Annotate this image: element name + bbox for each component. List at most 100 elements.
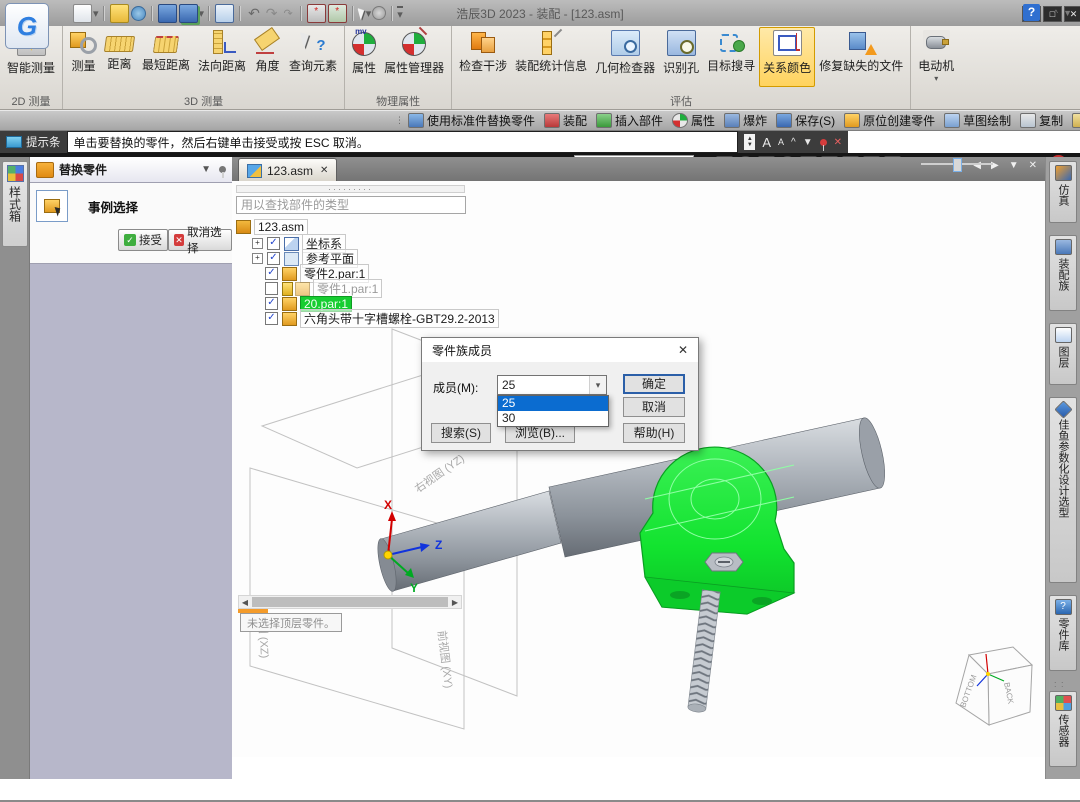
ribbon-pin-icon[interactable]: ▼ (1063, 8, 1072, 18)
checkbox-checked[interactable]: ✓ (265, 312, 278, 325)
properties-toolbar-button[interactable]: 属性 (672, 112, 715, 129)
repair-missing-files-button[interactable]: 修复缺失的文件 (815, 27, 907, 87)
pin-prompt-icon[interactable] (820, 139, 827, 146)
new-document-icon[interactable] (73, 4, 92, 23)
checkbox-checked[interactable]: ✓ (265, 297, 278, 310)
panel-options-icon[interactable]: ▼ (201, 164, 211, 175)
scroll-left-icon[interactable]: ◀ (239, 598, 251, 607)
tree-root-row[interactable]: 123.asm (236, 219, 308, 234)
properties-button[interactable]: mv 属性 (348, 27, 380, 87)
explode-button[interactable]: 爆炸 (724, 112, 767, 129)
horizontal-scrollbar[interactable]: ◀ ▶ (238, 595, 462, 609)
tree-item-label[interactable]: 六角头带十字槽螺栓-GBT29.2-2013 (300, 309, 499, 328)
drag-component-button[interactable]: 拖动部件 (1072, 112, 1080, 129)
prompt-spinner[interactable]: ▲▼ (744, 134, 755, 150)
parts-library-tab[interactable]: ? 零件库 (1049, 595, 1077, 671)
tree-root-label[interactable]: 123.asm (254, 219, 308, 235)
expand-icon[interactable]: + (252, 253, 263, 264)
sensors-tab[interactable]: 传感器 (1049, 691, 1077, 767)
create-in-place-button[interactable]: 原位创建零件 (844, 112, 935, 129)
target-seek-button[interactable]: 目标搜寻 (703, 27, 759, 87)
hex-nut-part[interactable] (705, 553, 743, 571)
checkbox-checked[interactable]: ✓ (267, 252, 280, 265)
save-as-icon[interactable] (179, 4, 198, 23)
redo-icon[interactable]: ↷ (266, 5, 278, 22)
close-prompt-icon[interactable]: ✕ (834, 137, 842, 148)
document-tab[interactable]: 123.asm ✕ (238, 158, 337, 182)
geometry-inspector-button[interactable]: 几何检查器 (591, 27, 659, 87)
recognize-holes-button[interactable]: 识别孔 (659, 27, 703, 87)
motor-dropdown-icon[interactable]: ▾ (934, 74, 938, 83)
expand-icon[interactable]: + (252, 238, 263, 249)
dropdown-option-30[interactable]: 30 (498, 411, 608, 426)
zoom-slider-thumb[interactable] (953, 158, 962, 172)
checkbox-checked[interactable]: ✓ (265, 267, 278, 280)
tree-row-part1[interactable]: 零件1.par:1 (265, 281, 382, 296)
document-list-dropdown-icon[interactable]: ▼ (1009, 160, 1019, 171)
distance-button[interactable]: 距离 (101, 27, 138, 87)
sketch-button[interactable]: 草图绘制 (944, 112, 1011, 129)
open-icon[interactable] (110, 4, 129, 23)
assemble-button[interactable]: 装配 (544, 112, 587, 129)
replace-with-standard-part-button[interactable]: 使用标准件替换零件 (408, 112, 535, 129)
new-dropdown-icon[interactable]: ▾ (93, 7, 99, 20)
3d-viewport[interactable]: 右视图 (YZ) 前视图 (XY) 俯视图 (XZ) (232, 181, 1045, 757)
maximize-button[interactable]: □ (1043, 6, 1062, 22)
alternate-assemblies-tab[interactable]: 装配族 (1049, 235, 1077, 311)
ok-button[interactable]: 确定 (623, 374, 685, 394)
insert-component-button[interactable]: 插入部件 (596, 112, 663, 129)
cancel-selection-button[interactable]: ✕ 取消选择 (168, 229, 232, 251)
save-toolbar-button[interactable]: 保存(S) (776, 112, 835, 129)
member-combobox[interactable]: 25 ▾ (497, 375, 607, 395)
property-manager-button[interactable]: 属性管理器 (380, 27, 448, 87)
ribbon-minimize-icon[interactable]: ^ (1054, 8, 1058, 18)
relationship-colors-button[interactable]: 关系颜色 (759, 27, 815, 87)
instance-select-button[interactable] (36, 190, 68, 222)
assembly-statistics-button[interactable]: 装配统计信息 (511, 27, 591, 87)
dropdown-option-25[interactable]: 25 (498, 396, 608, 411)
copy-button[interactable]: 复制 (1020, 112, 1063, 129)
document-close-icon[interactable]: ✕ (320, 165, 328, 176)
checkbox-unchecked[interactable] (265, 282, 278, 295)
toolbar-grip[interactable]: ⋮ (395, 115, 404, 126)
normal-distance-button[interactable]: 法向距离 (194, 27, 250, 87)
help-button[interactable]: 帮助(H) (623, 423, 685, 443)
repeat-icon[interactable]: ↷ (284, 7, 293, 20)
combobox-dropdown-icon[interactable]: ▾ (589, 376, 606, 394)
undo-icon[interactable]: ↶ (248, 5, 260, 22)
help-icon[interactable]: ? (1023, 4, 1040, 21)
scroll-right-icon[interactable]: ▶ (449, 598, 461, 607)
checkbox-checked[interactable]: ✓ (267, 237, 280, 250)
min-distance-button[interactable]: 最短距离 (138, 27, 194, 87)
dialog-close-icon[interactable]: ✕ (678, 343, 688, 357)
dialog-title-bar[interactable]: 零件族成员 ✕ (422, 338, 698, 362)
motor-button[interactable]: 电动机 ▾ (914, 27, 958, 87)
close-view-icon[interactable]: ✕ (1029, 160, 1037, 171)
component-search-input[interactable] (236, 196, 466, 214)
query-element-button[interactable]: ? 查询元素 (285, 27, 341, 87)
tree-row-bolt[interactable]: ✓ 六角头带十字槽螺栓-GBT29.2-2013 (265, 311, 499, 326)
font-increase-icon[interactable]: A (762, 135, 771, 150)
document-list-icon[interactable] (215, 4, 234, 23)
save-icon[interactable] (158, 4, 177, 23)
simulation-tab[interactable]: 仿真 (1049, 161, 1077, 223)
save-dropdown-icon[interactable]: ▾ (199, 7, 205, 20)
scrollbar-thumb[interactable] (252, 597, 448, 607)
search-button[interactable]: 搜索(S) (431, 423, 491, 443)
check-interference-button[interactable]: 检查干涉 (455, 27, 511, 87)
pathfinder-grip[interactable]: ········· (236, 185, 465, 193)
web-link-icon[interactable] (131, 6, 146, 21)
angle-button[interactable]: 角度 (250, 27, 285, 87)
dialog-cancel-button[interactable]: 取消 (623, 397, 685, 417)
style-box-tab[interactable]: 样式箱 (2, 161, 28, 247)
accept-button[interactable]: ✓ 接受 (118, 229, 168, 251)
panel-pin-icon[interactable] (219, 166, 226, 173)
measure-button[interactable]: 测量 (66, 27, 101, 87)
zoom-slider[interactable] (921, 163, 993, 165)
parametric-design-selection-tab[interactable]: 佳鱼参数化设计选型 (1049, 397, 1077, 583)
font-decrease-icon[interactable]: A (778, 137, 784, 147)
layers-tab[interactable]: 图层 (1049, 323, 1077, 385)
expand-icon[interactable]: ▼ (803, 137, 813, 148)
collapse-icon[interactable]: ^ (791, 137, 796, 148)
app-logo[interactable]: G (5, 3, 49, 49)
